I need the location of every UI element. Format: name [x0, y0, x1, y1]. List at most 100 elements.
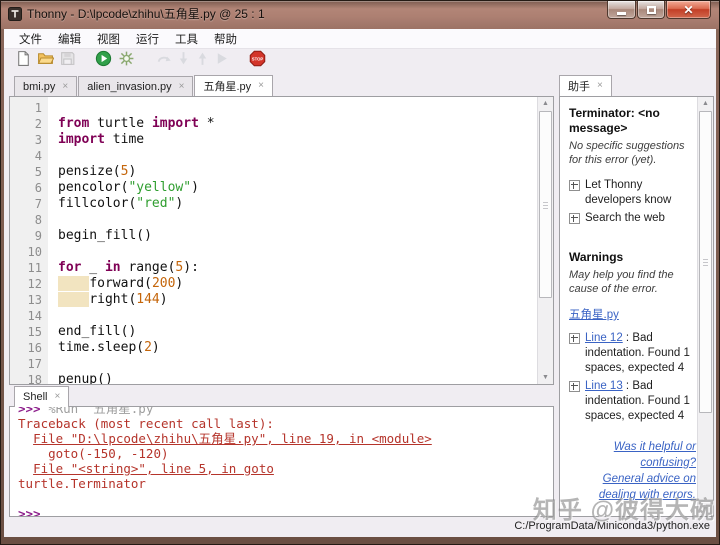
code-line: penup(): [58, 372, 537, 384]
resume-icon: [213, 50, 230, 72]
code-line: time.sleep(2): [58, 340, 537, 356]
line-number: 3: [10, 132, 42, 148]
code-line: for _ in range(5):: [58, 260, 537, 276]
debug-button[interactable]: [117, 52, 135, 70]
code-area[interactable]: from turtle import *import time pensize(…: [48, 97, 537, 384]
expand-icon[interactable]: [569, 381, 580, 392]
step-out-icon: [194, 50, 211, 72]
tab-bmi.py[interactable]: bmi.py×: [14, 76, 77, 96]
scroll-up-icon[interactable]: ▲: [698, 97, 713, 110]
tab-close-icon[interactable]: ×: [179, 82, 185, 92]
maximize-icon: [647, 6, 656, 14]
feedback-links: Was it helpful or confusing?General advi…: [569, 439, 696, 503]
new-file-button[interactable]: [14, 52, 32, 70]
expand-icon[interactable]: [569, 213, 580, 224]
assistant-scrollbar[interactable]: ▲ ▼: [697, 97, 713, 516]
warnings-note: May help you find the cause of the error…: [569, 268, 696, 296]
assistant-tab-bar: 助手 ×: [559, 75, 613, 96]
menu-item[interactable]: 运行: [128, 31, 167, 47]
open-file-button[interactable]: [36, 52, 54, 70]
title-bar[interactable]: Thonny - D:\lpcode\zhihu\五角星.py @ 25 : 1…: [1, 1, 719, 29]
code-line: fillcolor("red"): [58, 196, 537, 212]
minimize-icon: [617, 12, 626, 15]
stop-button[interactable]: STOP: [248, 52, 266, 70]
warning-line-link[interactable]: Line 12: [585, 332, 623, 344]
code-line: [58, 212, 537, 228]
scroll-up-icon[interactable]: ▲: [538, 97, 553, 110]
warning-file-link[interactable]: 五角星.py: [569, 306, 619, 322]
client-area: 文件编辑视图运行工具帮助 STOP bmi.py×alien_invasion.…: [4, 29, 716, 537]
shell-line: goto(-150, -120): [18, 446, 553, 461]
line-number: 8: [10, 212, 42, 228]
shell-panel[interactable]: >>> %Run 五角星.pyTraceback (most recent ca…: [9, 406, 554, 517]
run-icon: [95, 50, 112, 72]
traceback-link[interactable]: File "D:\lpcode\zhihu\五角星.py", line 19, …: [33, 431, 432, 446]
tab-助手[interactable]: 助手 ×: [559, 75, 612, 96]
minimize-button[interactable]: [607, 1, 636, 19]
line-number: 18: [10, 372, 42, 385]
debug-icon: [118, 50, 135, 72]
assistant-scrollbar-thumb[interactable]: [699, 111, 712, 413]
tab-label: 助手: [568, 78, 590, 94]
action-label: Search the web: [585, 211, 665, 226]
shell-tab-bar: Shell ×: [14, 386, 70, 407]
code-line: [58, 100, 537, 116]
step-over-icon: [156, 50, 173, 72]
tab-alien_invasion.py[interactable]: alien_invasion.py ×: [78, 76, 193, 96]
toolbar: STOP: [4, 48, 716, 74]
editor-tab-bar: bmi.py×alien_invasion.py×五角星.py×: [14, 75, 274, 96]
line-number: 1: [10, 100, 42, 116]
assistant-action[interactable]: Let Thonny developers know: [569, 178, 696, 208]
line-number: 16: [10, 340, 42, 356]
assistant-error-title: Terminator: <no message>: [569, 106, 696, 136]
menu-item[interactable]: 编辑: [50, 31, 89, 47]
assistant-actions: Let Thonny developers know Search the web: [569, 178, 696, 226]
tab-close-icon[interactable]: ×: [54, 392, 60, 402]
close-icon: ✕: [683, 2, 693, 18]
line-number: 6: [10, 180, 42, 196]
expand-icon[interactable]: [569, 333, 580, 344]
tab-Shell[interactable]: Shell ×: [14, 386, 69, 407]
line-number-gutter: 123456789101112131415161718: [10, 97, 48, 384]
tab-close-icon[interactable]: ×: [597, 81, 603, 91]
close-button[interactable]: ✕: [666, 1, 711, 19]
line-number: 14: [10, 308, 42, 324]
menu-item[interactable]: 工具: [167, 31, 206, 47]
tab-close-icon[interactable]: ×: [62, 82, 68, 92]
window-controls: ✕: [606, 1, 711, 19]
code-editor[interactable]: 123456789101112131415161718 from turtle …: [9, 96, 554, 385]
assistant-panel: Terminator: <no message> No specific sug…: [559, 96, 714, 517]
svg-text:STOP: STOP: [251, 57, 263, 62]
assistant-action[interactable]: Search the web: [569, 211, 696, 226]
thonny-window: Thonny - D:\lpcode\zhihu\五角星.py @ 25 : 1…: [0, 0, 720, 545]
feedback-link[interactable]: General advice on dealing with errors.: [569, 471, 696, 503]
expand-icon[interactable]: [569, 180, 580, 191]
shell-line: File "<string>", line 5, in goto: [18, 461, 553, 476]
code-line: right(144): [58, 292, 537, 308]
interpreter-path: C:/ProgramData/Miniconda3/python.exe: [514, 520, 710, 532]
scroll-down-icon[interactable]: ▼: [538, 371, 553, 384]
run-button[interactable]: [94, 52, 112, 70]
tab-五角星.py[interactable]: 五角星.py×: [194, 75, 273, 96]
warning-item: Line 13 : Bad indentation. Found 1 space…: [569, 379, 696, 424]
menu-item[interactable]: 视图: [89, 31, 128, 47]
tab-close-icon[interactable]: ×: [258, 81, 264, 91]
line-number: 7: [10, 196, 42, 212]
line-number: 4: [10, 148, 42, 164]
maximize-button[interactable]: [637, 1, 665, 19]
traceback-link[interactable]: File "<string>", line 5, in goto: [33, 461, 274, 476]
step-into-button: [174, 52, 192, 70]
tab-label: alien_invasion.py: [87, 81, 171, 93]
tab-label: Shell: [23, 391, 47, 403]
menu-bar: 文件编辑视图运行工具帮助: [4, 29, 716, 49]
code-line: forward(200): [58, 276, 537, 292]
line-number: 11: [10, 260, 42, 276]
menu-item[interactable]: 文件: [11, 31, 50, 47]
shell-line: File "D:\lpcode\zhihu\五角星.py", line 19, …: [18, 431, 553, 446]
editor-scrollbar-thumb[interactable]: [539, 111, 552, 298]
save-file-button: [58, 52, 76, 70]
feedback-link[interactable]: Was it helpful or confusing?: [569, 439, 696, 471]
warning-line-link[interactable]: Line 13: [585, 380, 623, 392]
menu-item[interactable]: 帮助: [206, 31, 245, 47]
editor-scrollbar[interactable]: ▲ ▼: [537, 97, 553, 384]
